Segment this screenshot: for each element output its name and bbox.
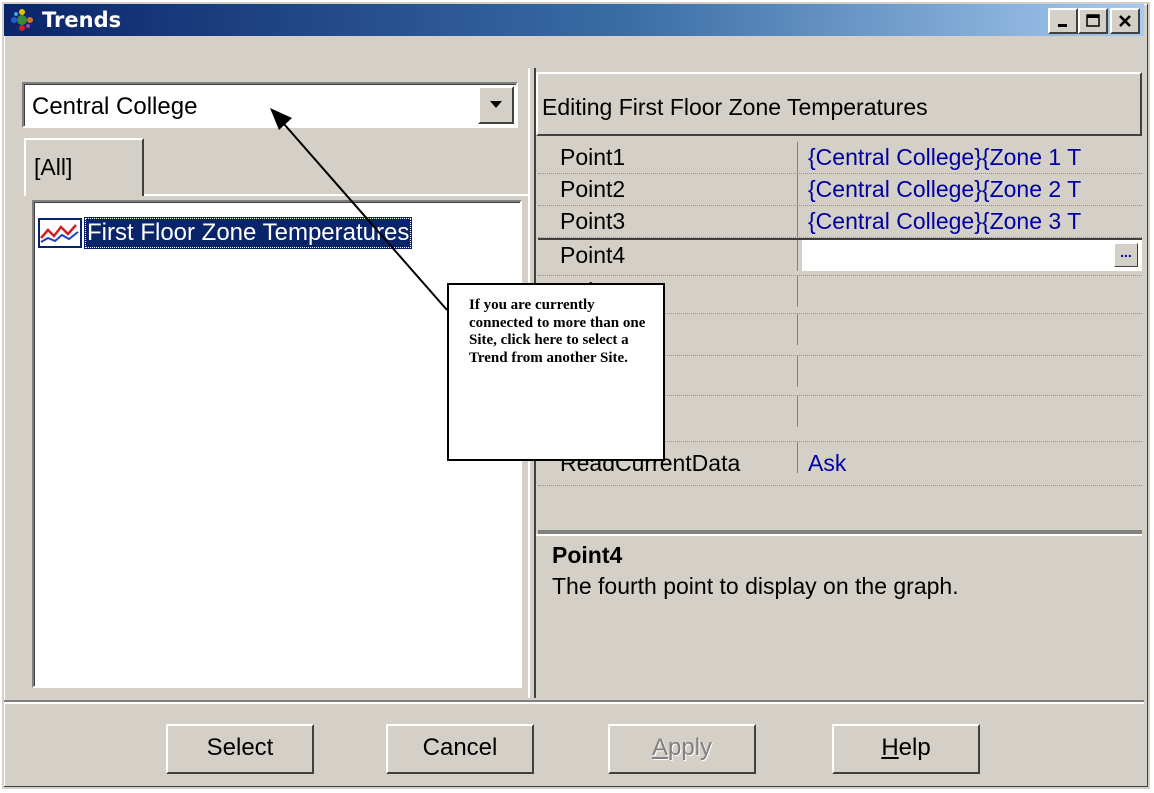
title-bar[interactable]: Trends: [4, 4, 1144, 36]
property-value[interactable]: {Central College}{Zone 1 T: [802, 142, 1142, 173]
help-button[interactable]: Help: [832, 724, 980, 774]
property-row[interactable]: Point1 {Central College}{Zone 1 T: [538, 142, 1142, 174]
maximize-button[interactable]: [1078, 8, 1108, 34]
close-icon: [1119, 15, 1131, 27]
property-row-selected[interactable]: Point4 ...: [538, 238, 1142, 276]
property-value[interactable]: [802, 356, 1142, 387]
property-name: Point4: [538, 240, 798, 271]
ellipsis-button[interactable]: ...: [1114, 243, 1138, 267]
property-value-input[interactable]: ...: [802, 240, 1142, 271]
description-title: Point4: [552, 542, 623, 568]
cancel-button[interactable]: Cancel: [386, 724, 534, 774]
property-row[interactable]: Point3 {Central College}{Zone 3 T: [538, 206, 1142, 238]
site-select-value: Central College: [32, 93, 198, 120]
maximize-icon: [1086, 14, 1100, 27]
close-button[interactable]: [1110, 8, 1140, 34]
property-value[interactable]: {Central College}{Zone 3 T: [802, 206, 1142, 237]
property-value[interactable]: [802, 314, 1142, 345]
property-row[interactable]: Point2 {Central College}{Zone 2 T: [538, 174, 1142, 206]
minimize-icon: [1058, 24, 1067, 27]
tab-divider: [144, 194, 528, 196]
trend-graph-icon: [38, 218, 82, 248]
site-select-arrow-button[interactable]: [478, 86, 514, 124]
window-title: Trends: [42, 8, 122, 32]
editing-header: Editing First Floor Zone Temperatures: [536, 72, 1142, 136]
property-value[interactable]: [802, 276, 1142, 307]
select-button[interactable]: Select: [166, 724, 314, 774]
chevron-down-icon: [490, 101, 502, 108]
apply-button[interactable]: Apply: [608, 724, 756, 774]
tab-all[interactable]: [All]: [24, 138, 144, 196]
property-value[interactable]: Ask: [802, 442, 1142, 473]
property-name: Point3: [538, 206, 798, 237]
property-description: Point4 The fourth point to display on th…: [536, 534, 1142, 696]
annotation-callout: If you are currently connected to more t…: [447, 283, 665, 461]
property-value[interactable]: {Central College}{Zone 2 T: [802, 174, 1142, 205]
button-bar-divider: [4, 700, 1144, 704]
trends-app-icon: [11, 9, 33, 31]
property-name: Point2: [538, 174, 798, 205]
tree-item-first-floor[interactable]: First Floor Zone Temperatures: [38, 216, 413, 250]
site-select-dropdown[interactable]: Central College: [22, 82, 518, 128]
tree-item-label: First Floor Zone Temperatures: [84, 217, 413, 249]
minimize-button[interactable]: [1048, 8, 1078, 34]
property-name: Point1: [538, 142, 798, 173]
description-text: The fourth point to display on the graph…: [552, 573, 959, 599]
property-value[interactable]: [802, 396, 1142, 427]
